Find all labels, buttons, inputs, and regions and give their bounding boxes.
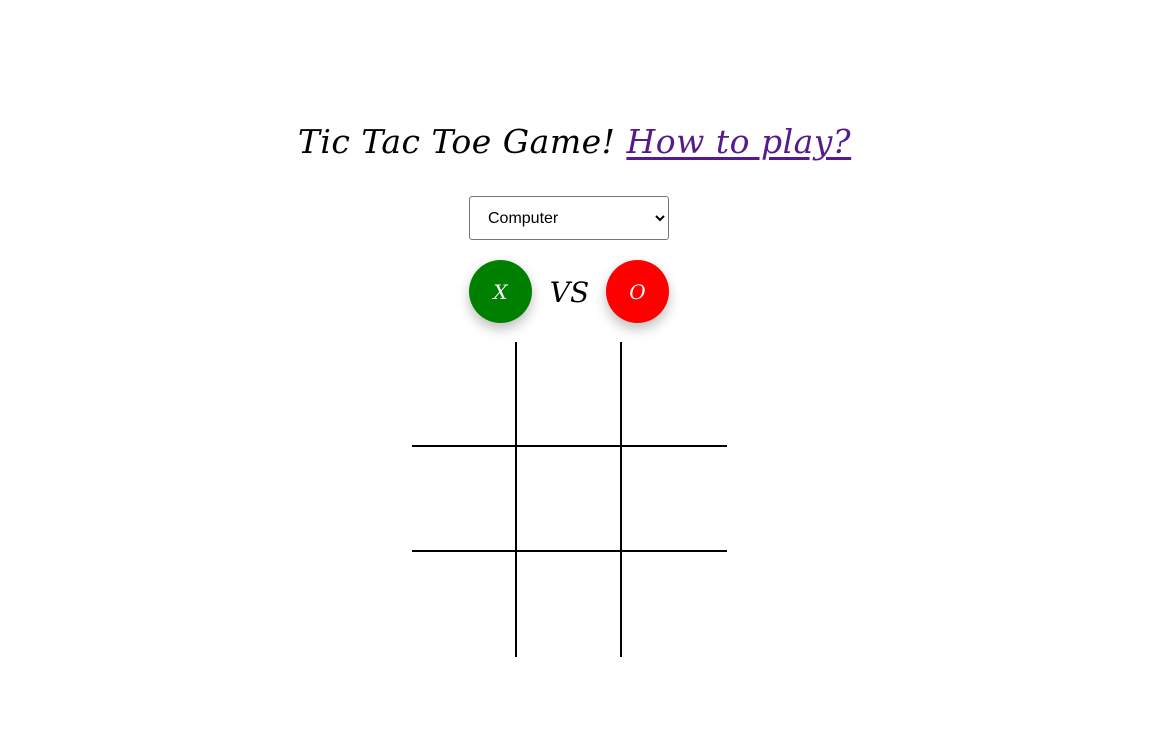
- board-cell-9[interactable]: [622, 552, 727, 657]
- how-to-play-link[interactable]: How to play?: [626, 122, 851, 161]
- versus-label: VS: [549, 276, 590, 309]
- player-x-button[interactable]: X: [469, 260, 532, 323]
- board-cell-8[interactable]: [517, 552, 622, 657]
- board-cell-7[interactable]: [412, 552, 517, 657]
- player-o-label: O: [629, 279, 646, 304]
- game-board: [412, 342, 727, 657]
- board-cell-2[interactable]: [517, 342, 622, 447]
- board-cell-5[interactable]: [517, 447, 622, 552]
- board-cell-4[interactable]: [412, 447, 517, 552]
- player-x-label: X: [493, 279, 508, 304]
- opponent-mode-select[interactable]: Computer: [469, 196, 669, 240]
- board-cell-1[interactable]: [412, 342, 517, 447]
- player-o-button[interactable]: O: [606, 260, 669, 323]
- board-cell-6[interactable]: [622, 447, 727, 552]
- title-text: Tic Tac Toe Game!: [297, 122, 616, 161]
- board-cell-3[interactable]: [622, 342, 727, 447]
- page-title: Tic Tac Toe Game! How to play?: [0, 122, 1149, 161]
